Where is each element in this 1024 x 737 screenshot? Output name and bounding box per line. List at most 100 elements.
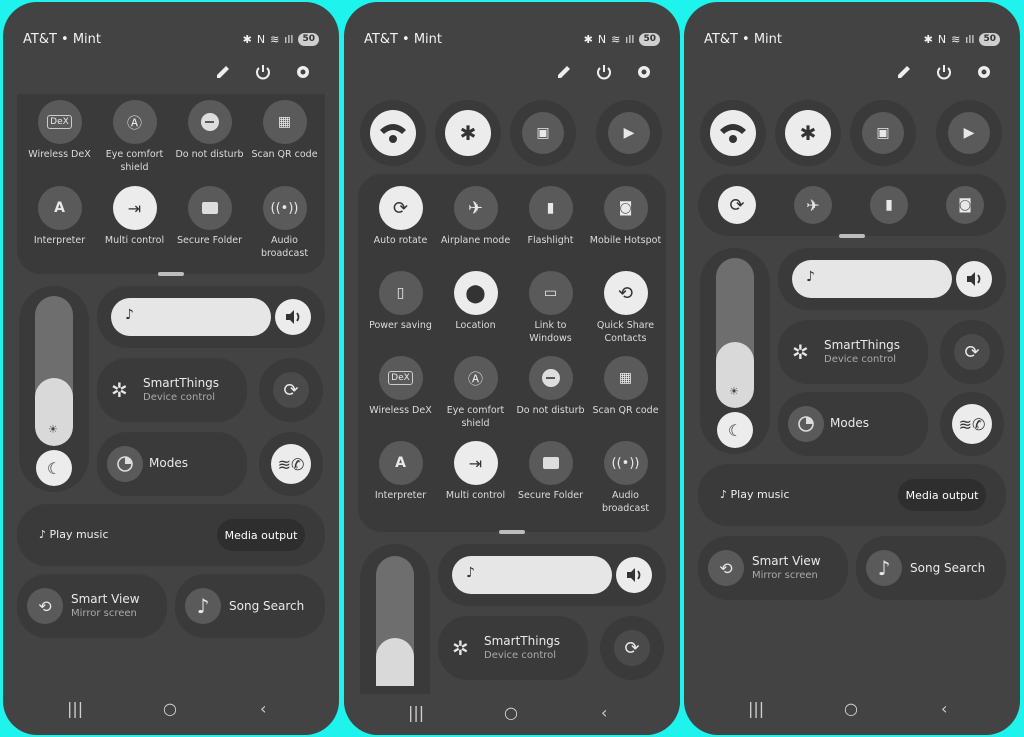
smartthings-card[interactable]: ✲ SmartThings Device control [97,358,247,422]
modes-card[interactable]: Modes [778,392,928,456]
screenshot-toggle[interactable]: ▣ [850,100,916,166]
song-search-card[interactable]: ♪ Song Search [175,574,325,638]
music-note-icon: ♪ [720,488,728,501]
play-music-label[interactable]: ♪ Play music [720,488,790,501]
tile-multi-control[interactable]: ⇥ Multi control [97,186,172,247]
smart-view-title: Smart View [71,592,140,606]
tile-interpreter[interactable]: A Interpreter [363,441,438,502]
home-icon[interactable]: ○ [844,699,858,718]
rotate-toggle-button[interactable]: ⟳ [600,616,664,680]
bluetooth-status-icon: ✱ [583,33,593,46]
tile-airplane[interactable]: ✈ Airplane mode [438,186,513,247]
speaker-icon[interactable] [616,557,652,593]
panel-drag-handle[interactable] [499,530,525,534]
tile-scan-qr[interactable]: ▦ Scan QR code [247,100,322,161]
tile-scan-qr[interactable]: ▦ Scan QR code [588,356,663,417]
back-icon[interactable]: ‹ [941,699,947,718]
media-output-button[interactable]: Media output [898,479,986,511]
tile-label: Eye comfort shield [446,405,505,429]
tile-multi-control[interactable]: ⇥ Multi control [438,441,513,502]
wifi-toggle[interactable] [700,100,766,166]
tile-label: Secure Folder [176,235,243,246]
screen-record-toggle[interactable]: ▶ [936,100,1002,166]
edit-icon[interactable] [554,62,574,82]
hotspot-icon[interactable]: ◙ [946,186,984,224]
rotate-toggle-button[interactable]: ⟳ [940,320,1004,384]
song-search-card[interactable]: ♪ Song Search [856,536,1006,600]
brightness-slider[interactable]: ☀ [716,258,754,408]
bluetooth-toggle[interactable]: ✱ [435,100,501,166]
media-volume-slider[interactable]: ♪ [452,556,612,594]
smart-view-card[interactable]: ⟲ Smart View Mirror screen [17,574,167,638]
edit-icon[interactable] [894,62,914,82]
recents-icon[interactable]: ||| [408,703,424,722]
power-icon[interactable] [594,62,614,82]
brightness-slider[interactable] [376,556,414,686]
power-icon[interactable] [934,62,954,82]
tile-secure-folder[interactable]: Secure Folder [172,186,247,247]
dark-mode-moon-icon[interactable]: ☾ [36,450,72,486]
tile-quick-share[interactable]: ⟲ Quick Share Contacts [588,271,663,345]
speaker-icon[interactable] [956,261,992,297]
home-icon[interactable]: ○ [163,699,177,718]
smart-view-title: Smart View [752,554,821,568]
speaker-icon[interactable] [275,299,311,335]
bluetooth-icon: ✱ [785,110,831,156]
carrier-label: AT&T • Mint [364,32,442,47]
tile-link-to-windows[interactable]: ▭ Link to Windows [513,271,588,345]
back-icon[interactable]: ‹ [260,699,266,718]
quick-tiles-panel: ⟳ Auto rotate ✈ Airplane mode ▮ Flashlight … [358,174,666,532]
tile-auto-rotate[interactable]: ⟳ Auto rotate [363,186,438,247]
power-icon[interactable] [253,62,273,82]
home-icon[interactable]: ○ [504,703,518,722]
tile-interpreter[interactable]: A Interpreter [22,186,97,247]
edit-icon[interactable] [213,62,233,82]
location-pin-icon: ⬤ [465,282,486,304]
smart-view-icon: ⟲ [708,550,744,586]
modes-card[interactable]: Modes [97,432,247,496]
settings-gear-icon[interactable] [634,62,654,82]
screenshot-toggle[interactable]: ▣ [510,100,576,166]
brightness-slider[interactable]: ☀ [35,296,73,446]
wifi-calling-button[interactable]: ≋✆ [259,432,323,496]
panel-drag-handle[interactable] [839,234,865,238]
panel-drag-handle[interactable] [158,272,184,276]
smartthings-card[interactable]: ✲ SmartThings Device control [778,320,928,384]
back-icon[interactable]: ‹ [601,703,607,722]
wifi-calling-button[interactable]: ≋✆ [940,392,1004,456]
smartthings-card[interactable]: ✲ SmartThings Device control [438,616,588,680]
media-output-button[interactable]: Media output [217,519,305,551]
tile-location[interactable]: ⬤ Location [438,271,513,332]
settings-gear-icon[interactable] [974,62,994,82]
airplane-icon[interactable]: ✈ [794,186,832,224]
tile-label: Scan QR code [251,149,318,160]
auto-rotate-icon[interactable]: ⟳ [718,186,756,224]
flashlight-icon[interactable]: ▮ [870,186,908,224]
bluetooth-toggle[interactable]: ✱ [775,100,841,166]
wifi-toggle[interactable] [360,100,426,166]
tile-flashlight[interactable]: ▮ Flashlight [513,186,588,247]
dark-mode-moon-icon[interactable]: ☾ [717,412,753,448]
smart-view-card[interactable]: ⟲ Smart View Mirror screen [698,536,848,600]
tile-audio-broadcast[interactable]: ((•)) Audio broadcast [588,441,663,515]
tile-eye-comfort[interactable]: Ⓐ Eye comfort shield [438,356,513,430]
settings-gear-icon[interactable] [293,62,313,82]
tile-mobile-hotspot[interactable]: ◙ Mobile Hotspot [588,186,663,247]
tile-power-saving[interactable]: ▯ Power saving [363,271,438,332]
smart-view-subtitle: Mirror screen [71,608,137,619]
tile-wireless-dex[interactable]: DeX Wireless DeX [22,100,97,161]
tile-secure-folder[interactable]: Secure Folder [513,441,588,502]
tile-label: Audio broadcast [601,490,650,514]
media-volume-slider[interactable]: ♪ [792,260,952,298]
recents-icon[interactable]: ||| [748,699,764,718]
tile-do-not-disturb[interactable]: Do not disturb [513,356,588,417]
screen-record-toggle[interactable]: ▶ [596,100,662,166]
tile-audio-broadcast[interactable]: ((•)) Audio broadcast [247,186,322,260]
tile-eye-comfort[interactable]: Ⓐ Eye comfort shield [97,100,172,174]
rotate-toggle-button[interactable]: ⟳ [259,358,323,422]
recents-icon[interactable]: ||| [67,699,83,718]
tile-do-not-disturb[interactable]: Do not disturb [172,100,247,161]
media-volume-slider[interactable]: ♪ [111,298,271,336]
play-music-label[interactable]: ♪ Play music [39,528,109,541]
tile-wireless-dex[interactable]: DeX Wireless DeX [363,356,438,417]
